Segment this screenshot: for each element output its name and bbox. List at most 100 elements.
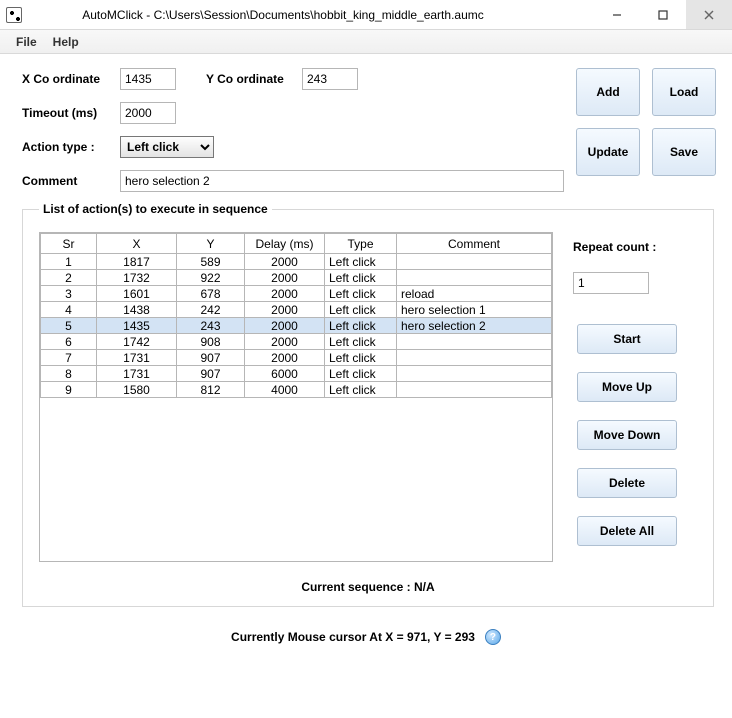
table-row[interactable]: 717319072000Left click: [41, 350, 552, 366]
maximize-button[interactable]: [640, 0, 686, 29]
add-button[interactable]: Add: [576, 68, 640, 116]
cell-y: 812: [177, 382, 245, 398]
minimize-button[interactable]: [594, 0, 640, 29]
repeat-input[interactable]: [573, 272, 649, 294]
cell-comment: hero selection 2: [397, 318, 552, 334]
cell-x: 1817: [97, 254, 177, 270]
action-table-wrap: Sr X Y Delay (ms) Type Comment 118175892…: [39, 232, 553, 562]
cell-delay: 2000: [245, 318, 325, 334]
comment-label: Comment: [22, 174, 120, 188]
cell-x: 1731: [97, 350, 177, 366]
cell-type: Left click: [325, 334, 397, 350]
cell-delay: 4000: [245, 382, 325, 398]
table-header-row: Sr X Y Delay (ms) Type Comment: [41, 234, 552, 254]
cell-comment: hero selection 1: [397, 302, 552, 318]
menu-file[interactable]: File: [8, 35, 45, 49]
table-row[interactable]: 915808124000Left click: [41, 382, 552, 398]
cell-y: 589: [177, 254, 245, 270]
action-list-group: List of action(s) to execute in sequence…: [22, 202, 714, 607]
action-table[interactable]: Sr X Y Delay (ms) Type Comment 118175892…: [40, 233, 552, 398]
table-row[interactable]: 414382422000Left clickhero selection 1: [41, 302, 552, 318]
window-title: AutoMClick - C:\Users\Session\Documents\…: [0, 8, 594, 22]
cell-y: 907: [177, 366, 245, 382]
table-row[interactable]: 514352432000Left clickhero selection 2: [41, 318, 552, 334]
cell-sr: 5: [41, 318, 97, 334]
load-button[interactable]: Load: [652, 68, 716, 116]
cell-type: Left click: [325, 382, 397, 398]
cursor-status: Currently Mouse cursor At X = 971, Y = 2…: [231, 630, 475, 644]
cell-x: 1742: [97, 334, 177, 350]
move-up-button[interactable]: Move Up: [577, 372, 677, 402]
cell-sr: 9: [41, 382, 97, 398]
cell-sr: 4: [41, 302, 97, 318]
table-row[interactable]: 817319076000Left click: [41, 366, 552, 382]
cell-sr: 2: [41, 270, 97, 286]
cell-comment: [397, 366, 552, 382]
cell-delay: 2000: [245, 334, 325, 350]
delete-button[interactable]: Delete: [577, 468, 677, 498]
table-row[interactable]: 617429082000Left click: [41, 334, 552, 350]
delete-all-button[interactable]: Delete All: [577, 516, 677, 546]
cell-x: 1580: [97, 382, 177, 398]
cell-x: 1438: [97, 302, 177, 318]
cell-comment: [397, 350, 552, 366]
cell-x: 1601: [97, 286, 177, 302]
cell-y: 908: [177, 334, 245, 350]
action-label: Action type :: [22, 140, 120, 154]
cell-x: 1435: [97, 318, 177, 334]
cursor-status-line: Currently Mouse cursor At X = 971, Y = 2…: [0, 629, 732, 645]
title-bar: AutoMClick - C:\Users\Session\Documents\…: [0, 0, 732, 30]
cell-type: Left click: [325, 318, 397, 334]
cell-sr: 8: [41, 366, 97, 382]
cell-x: 1732: [97, 270, 177, 286]
cell-comment: [397, 382, 552, 398]
cell-y: 922: [177, 270, 245, 286]
cell-type: Left click: [325, 302, 397, 318]
x-input[interactable]: [120, 68, 176, 90]
action-type-select[interactable]: Left click: [120, 136, 214, 158]
current-sequence: Current sequence : N/A: [39, 580, 697, 594]
move-down-button[interactable]: Move Down: [577, 420, 677, 450]
save-button[interactable]: Save: [652, 128, 716, 176]
col-comment: Comment: [397, 234, 552, 254]
y-label: Y Co ordinate: [206, 72, 302, 86]
cell-sr: 6: [41, 334, 97, 350]
update-button[interactable]: Update: [576, 128, 640, 176]
close-button[interactable]: [686, 0, 732, 29]
start-button[interactable]: Start: [577, 324, 677, 354]
cell-comment: reload: [397, 286, 552, 302]
cell-type: Left click: [325, 286, 397, 302]
timeout-label: Timeout (ms): [22, 106, 120, 120]
col-y: Y: [177, 234, 245, 254]
cell-y: 678: [177, 286, 245, 302]
comment-input[interactable]: [120, 170, 564, 192]
cell-type: Left click: [325, 350, 397, 366]
timeout-input[interactable]: [120, 102, 176, 124]
help-icon[interactable]: ?: [485, 629, 501, 645]
repeat-label: Repeat count :: [573, 240, 697, 254]
cell-sr: 1: [41, 254, 97, 270]
col-type: Type: [325, 234, 397, 254]
table-row[interactable]: 118175892000Left click: [41, 254, 552, 270]
cell-delay: 2000: [245, 270, 325, 286]
x-label: X Co ordinate: [22, 72, 120, 86]
table-row[interactable]: 316016782000Left clickreload: [41, 286, 552, 302]
action-list-legend: List of action(s) to execute in sequence: [39, 202, 272, 216]
cell-delay: 2000: [245, 286, 325, 302]
cell-delay: 2000: [245, 302, 325, 318]
col-x: X: [97, 234, 177, 254]
window-buttons: [594, 0, 732, 29]
cell-comment: [397, 270, 552, 286]
menu-bar: File Help: [0, 30, 732, 54]
cell-delay: 2000: [245, 254, 325, 270]
menu-help[interactable]: Help: [45, 35, 87, 49]
cell-type: Left click: [325, 366, 397, 382]
cell-y: 242: [177, 302, 245, 318]
y-input[interactable]: [302, 68, 358, 90]
table-row[interactable]: 217329222000Left click: [41, 270, 552, 286]
cell-x: 1731: [97, 366, 177, 382]
cell-comment: [397, 254, 552, 270]
col-sr: Sr: [41, 234, 97, 254]
cell-comment: [397, 334, 552, 350]
cell-type: Left click: [325, 254, 397, 270]
